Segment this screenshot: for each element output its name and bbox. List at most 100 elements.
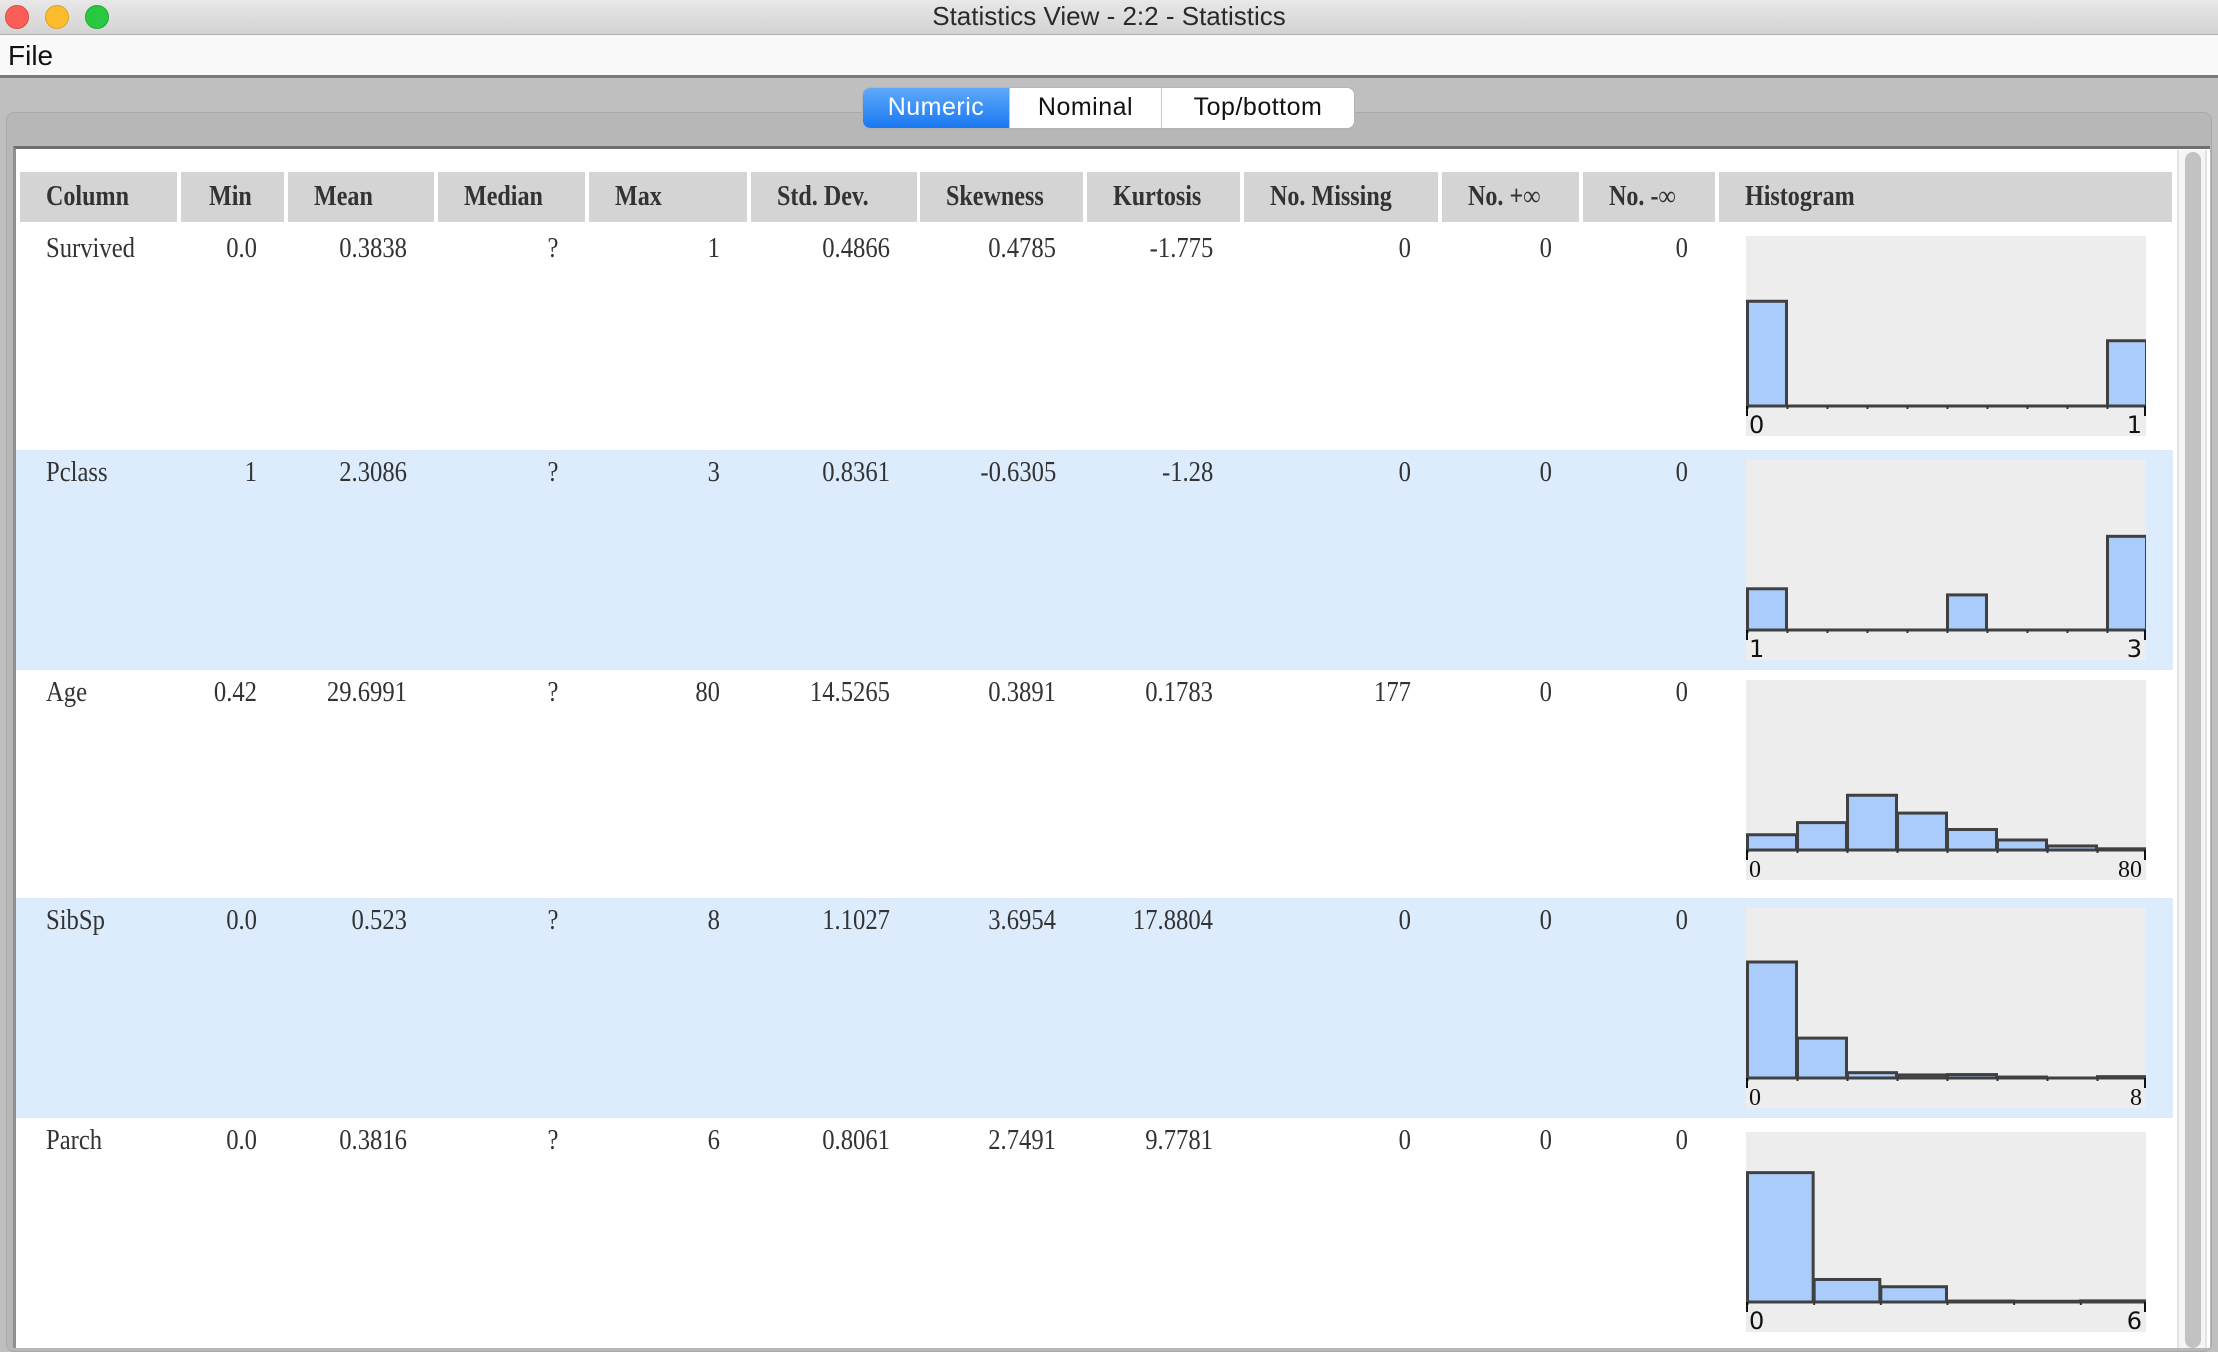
cell-max: 80 [589, 670, 720, 708]
cell-std-dev: 0.8061 [751, 1118, 890, 1156]
histogram-bar[interactable] [2046, 844, 2098, 852]
cell-mean: 0.3838 [288, 226, 407, 264]
histogram-min-label: 0 [1749, 411, 1764, 436]
tab-top-bottom[interactable]: Top/bottom [1162, 88, 1354, 128]
cell-value: 1.1027 [822, 905, 890, 936]
cell-value: 0 [1539, 233, 1552, 264]
cell-no-pos-inf: 0 [1442, 898, 1552, 936]
header-no-neg-inf[interactable]: No. -∞ [1583, 172, 1715, 222]
tab-numeric[interactable]: Numeric [863, 88, 1010, 128]
cell-no-pos-inf: 0 [1442, 1118, 1552, 1156]
header-min[interactable]: Min [181, 172, 284, 222]
header-no-missing[interactable]: No. Missing [1244, 172, 1438, 222]
cell-value: 0.8361 [822, 457, 890, 488]
cell-mean: 29.6991 [288, 670, 407, 708]
cell-value: SibSp [46, 905, 105, 936]
cell-min: 0.0 [181, 226, 257, 264]
cell-value: 0 [1398, 233, 1411, 264]
histogram-bar[interactable] [1879, 1285, 1948, 1304]
histogram-bar[interactable] [1746, 833, 1798, 852]
histogram-bar[interactable] [1812, 1277, 1882, 1304]
histogram-bar[interactable] [1946, 593, 1988, 632]
scrollbar-thumb[interactable] [2185, 152, 2201, 1348]
view-tabs: Numeric Nominal Top/bottom [863, 88, 1354, 128]
cell-value: ? [547, 457, 558, 488]
histogram-bar[interactable] [1896, 1073, 1948, 1080]
header-std-dev[interactable]: Std. Dev. [751, 172, 917, 222]
cell-no-neg-inf: 0 [1583, 898, 1688, 936]
histogram-bar[interactable] [1996, 1075, 2048, 1080]
histogram-bar[interactable] [1846, 793, 1898, 852]
histogram-bar[interactable] [1746, 1171, 1815, 1304]
header-label: Kurtosis [1113, 181, 1202, 212]
cell-skewness: 2.7491 [920, 1118, 1056, 1156]
header-column[interactable]: Column [20, 172, 177, 222]
histogram-bar[interactable] [2096, 847, 2147, 852]
menu-file[interactable]: File [8, 39, 53, 73]
histogram-bar[interactable] [2096, 1075, 2147, 1080]
histogram-bar[interactable] [2079, 1299, 2146, 1304]
tab-nominal[interactable]: Nominal [1010, 88, 1162, 128]
histogram-bar[interactable] [2106, 534, 2147, 632]
cell-no-missing: 0 [1244, 226, 1411, 264]
cell-skewness: 3.6954 [920, 898, 1056, 936]
header-max[interactable]: Max [589, 172, 747, 222]
header-kurtosis[interactable]: Kurtosis [1087, 172, 1240, 222]
cell-no-pos-inf: 0 [1442, 226, 1552, 264]
cell-value: 0 [1539, 677, 1552, 708]
histogram-max-label: 3 [2127, 635, 2142, 660]
cell-value: 0.4866 [822, 233, 890, 264]
cell-value: 0 [1539, 457, 1552, 488]
cell-kurtosis: 0.1783 [1087, 670, 1213, 708]
histogram-bar[interactable] [1746, 587, 1788, 632]
histogram-bar[interactable] [1846, 1071, 1898, 1080]
header-label: No. +∞ [1468, 181, 1541, 212]
table-row[interactable]: Parch 0.0 0.3816? 6 0.8061 2.7491 9.7781 0 0 0 0 6 [16, 1118, 2173, 1348]
header-histogram[interactable]: Histogram [1719, 172, 2172, 222]
histogram-bar[interactable] [1946, 828, 1998, 852]
histogram-bar[interactable] [1746, 960, 1798, 1080]
table-row[interactable]: Pclass 1 2.3086? 3 0.8361 -0.6305 -1.28 0 0 0 1 3 [16, 450, 2173, 670]
vertical-scrollbar[interactable] [2177, 150, 2207, 1348]
table-row[interactable]: SibSp 0.0 0.523? 8 1.1027 3.6954 17.8804 0 0 0 0 8 [16, 898, 2173, 1118]
cell-no-neg-inf: 0 [1583, 226, 1688, 264]
cell-median: ? [438, 226, 558, 264]
cell-value: 0 [1539, 905, 1552, 936]
header-mean[interactable]: Mean [288, 172, 434, 222]
cell-value: Pclass [46, 457, 108, 488]
header-skewness[interactable]: Skewness [920, 172, 1083, 222]
histogram-max-label: 1 [2127, 411, 2142, 436]
table-row[interactable]: Survived 0.0 0.3838? 1 0.4866 0.4785 -1.775 0 0 0… [16, 226, 2173, 450]
cell-value: Age [46, 677, 88, 708]
histogram-bar[interactable] [2012, 1299, 2082, 1304]
cell-no-pos-inf: 0 [1442, 450, 1552, 488]
cell-value: 177 [1374, 677, 1411, 708]
cell-kurtosis: 17.8804 [1087, 898, 1213, 936]
header-label: Std. Dev. [777, 181, 869, 212]
histogram-bar[interactable] [1996, 838, 2048, 852]
cell-value: Parch [46, 1125, 103, 1156]
cell-no-missing: 177 [1244, 670, 1411, 708]
table-row[interactable]: Age 0.42 29.6991? 80 14.5265 0.3891 0.1783 177 0… [16, 670, 2173, 898]
header-no-pos-inf[interactable]: No. +∞ [1442, 172, 1579, 222]
header-label: No. -∞ [1609, 181, 1676, 212]
cell-median: ? [438, 450, 558, 488]
header-median[interactable]: Median [438, 172, 585, 222]
histogram-bar[interactable] [1796, 1036, 1848, 1080]
histogram-bar[interactable] [2106, 339, 2147, 408]
histogram-min-label: 1 [1749, 635, 1764, 660]
header-label: Skewness [946, 181, 1044, 212]
histogram-bar[interactable] [1746, 299, 1788, 408]
window-title: Statistics View - 2:2 - Statistics [932, 1, 1286, 31]
cell-no-neg-inf: 0 [1583, 670, 1688, 708]
cell-no-neg-inf: 0 [1583, 1118, 1688, 1156]
histogram-bar[interactable] [1796, 821, 1848, 852]
cell-value: 0.3838 [339, 233, 407, 264]
histogram-bar[interactable] [1946, 1299, 2015, 1304]
histogram-bar[interactable] [1896, 811, 1948, 852]
histogram-bar[interactable] [1946, 1073, 1998, 1080]
cell-column: SibSp [46, 898, 113, 936]
cell-value: 0 [1398, 905, 1411, 936]
cell-value: 0.0 [226, 905, 257, 936]
cell-no-missing: 0 [1244, 1118, 1411, 1156]
